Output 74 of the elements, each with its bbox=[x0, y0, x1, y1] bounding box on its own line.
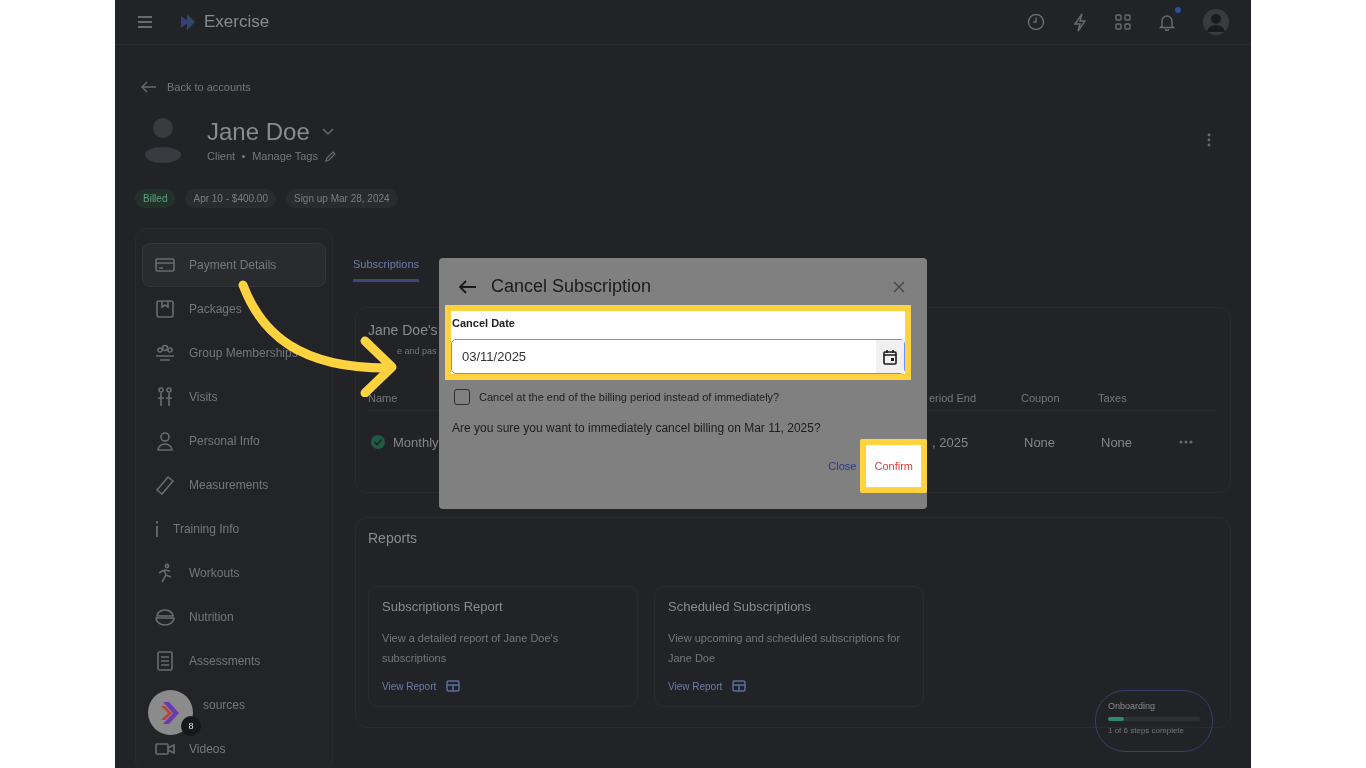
column-header: Coupon bbox=[1021, 392, 1060, 404]
onboarding-widget[interactable]: Onboarding 1 of 6 steps complete bbox=[1095, 690, 1213, 752]
table-icon bbox=[446, 680, 461, 692]
app-name: Exercise bbox=[204, 12, 270, 32]
sidebar-item-icon bbox=[155, 387, 175, 407]
report-description: View a detailed report of Jane Doe's subscriptions bbox=[382, 631, 560, 666]
report-description: View upcoming and scheduled subscriptions for Jane Doe bbox=[668, 631, 902, 666]
sidebar-item[interactable]: sources bbox=[200, 683, 326, 727]
progress-text: 1 of 6 steps complete bbox=[1108, 726, 1186, 735]
info-chip: Billed bbox=[135, 189, 176, 208]
checkbox-label: Cancel at the end of the billing period instead of immediately? bbox=[479, 391, 780, 403]
sidebar-item-icon bbox=[155, 475, 175, 495]
sidebar-item[interactable]: Packages bbox=[142, 287, 326, 331]
sidebar-item-icon bbox=[155, 607, 175, 627]
sidebar-item[interactable]: Group Memberships bbox=[142, 331, 326, 375]
sidebar-item-icon bbox=[155, 255, 175, 275]
table-cell-text: None bbox=[1101, 434, 1134, 450]
sidebar-item-icon bbox=[155, 431, 175, 451]
sidebar-item-icon bbox=[155, 343, 175, 363]
back-arrow-icon[interactable] bbox=[141, 81, 157, 93]
back-arrow-icon[interactable] bbox=[459, 279, 477, 294]
onboarding-title: Onboarding bbox=[1108, 701, 1157, 711]
date-input-field[interactable]: 03/11/2025 bbox=[451, 339, 905, 374]
table-cell-text: , 2025 bbox=[932, 434, 970, 450]
section-title: Reports bbox=[368, 530, 419, 546]
table-cell: Monthly bbox=[393, 434, 439, 450]
sidebar-item-icon bbox=[155, 651, 175, 671]
apps-grid-icon[interactable] bbox=[1115, 14, 1131, 30]
field-label: Cancel Date bbox=[451, 316, 516, 331]
view-report-link[interactable]: View Report bbox=[668, 680, 723, 692]
notification-bell-icon[interactable] bbox=[1159, 13, 1175, 31]
lightning-icon[interactable] bbox=[1073, 12, 1087, 32]
close-icon[interactable] bbox=[893, 280, 905, 293]
sidebar-item[interactable]: Measurements bbox=[142, 463, 326, 507]
dialog-title: Cancel Subscription bbox=[491, 276, 652, 297]
menu-icon[interactable] bbox=[137, 15, 153, 29]
more-options-icon[interactable] bbox=[1179, 440, 1193, 444]
sidebar-item[interactable]: Personal Info bbox=[142, 419, 326, 463]
calendar-button[interactable] bbox=[876, 340, 904, 373]
clock-icon[interactable] bbox=[1027, 13, 1045, 31]
tab[interactable]: Subscriptions bbox=[353, 254, 420, 282]
more-options-icon[interactable] bbox=[1207, 133, 1211, 147]
checkbox[interactable] bbox=[454, 389, 470, 405]
report-title: Scheduled Subscriptions bbox=[668, 599, 813, 614]
card-title: Jane Doe's bbox=[368, 322, 438, 338]
column-header: Name bbox=[368, 392, 398, 404]
chevron-down-icon[interactable] bbox=[321, 128, 334, 136]
sidebar-item-icon bbox=[155, 299, 175, 319]
info-chip: Apr 10 - $400.00 bbox=[185, 189, 276, 208]
info-chip: Sign up Mar 28, 2024 bbox=[285, 189, 398, 208]
table-icon bbox=[732, 680, 747, 692]
client-role: Client bbox=[207, 150, 236, 162]
profile-silhouette-icon bbox=[143, 117, 183, 163]
column-header: eriod End bbox=[929, 392, 977, 404]
card-subtitle: e and pas bbox=[397, 346, 437, 356]
back-link[interactable]: Back to accounts bbox=[167, 81, 251, 93]
sidebar-item[interactable]: Training Info bbox=[142, 507, 326, 551]
sidebar-item[interactable]: Assessments bbox=[142, 639, 326, 683]
report-title: Subscriptions Report bbox=[382, 599, 504, 614]
client-name: Jane Doe bbox=[207, 118, 310, 146]
close-button[interactable]: Close bbox=[826, 460, 859, 472]
table-cell-text: None bbox=[1024, 434, 1057, 450]
info-icon bbox=[155, 521, 159, 537]
confirmation-message: Are you sure you want to immediately cancel billing on Mar 11, 2025? bbox=[452, 421, 822, 435]
column-header: Taxes bbox=[1098, 392, 1127, 404]
sidebar-item[interactable]: Workouts bbox=[142, 551, 326, 595]
logo-icon bbox=[178, 12, 198, 32]
calendar-icon bbox=[883, 348, 897, 365]
sidebar-item[interactable]: Nutrition bbox=[142, 595, 326, 639]
pencil-icon[interactable] bbox=[325, 150, 336, 162]
view-report-link[interactable]: View Report bbox=[382, 680, 437, 692]
sidebar-item[interactable]: Visits bbox=[142, 375, 326, 419]
manage-tags-link[interactable]: Manage Tags bbox=[252, 150, 318, 162]
sidebar-item[interactable]: Payment Details bbox=[142, 243, 326, 287]
